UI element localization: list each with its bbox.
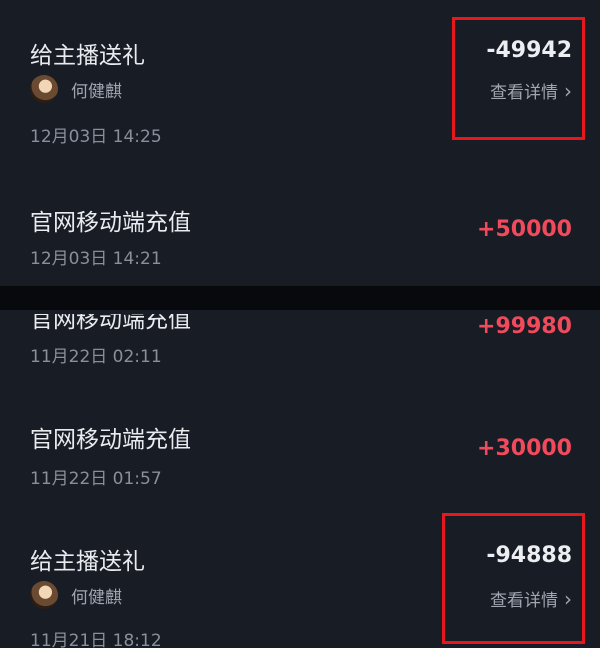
avatar (30, 581, 58, 609)
transaction-amount: +50000 (477, 217, 572, 242)
transaction-amount: +99980 (477, 314, 572, 339)
recipient-name: 何健麒 (71, 81, 122, 102)
transaction-title: 给主播送礼 (30, 549, 145, 575)
transaction-title: 给主播送礼 (30, 43, 145, 69)
transaction-date: 11月22日 02:11 (30, 347, 162, 367)
transaction-date: 12月03日 14:25 (30, 127, 162, 147)
recipient-name: 何健麒 (71, 587, 122, 608)
recipient: 何健麒 (30, 75, 122, 103)
transaction-date: 12月03日 14:21 (30, 249, 162, 269)
highlight-box (442, 513, 585, 644)
transaction-date: 11月22日 01:57 (30, 469, 162, 489)
transaction-title: 官网移动端充值 (30, 210, 191, 236)
transaction-title: 官网移动端充值 (30, 310, 191, 333)
screenshot-divider (0, 286, 600, 310)
highlight-box (452, 17, 585, 140)
transaction-amount: +30000 (477, 436, 572, 461)
transaction-title: 官网移动端充值 (30, 427, 191, 453)
transaction-date: 11月21日 18:12 (30, 631, 162, 648)
avatar (30, 75, 58, 103)
recipient: 何健麒 (30, 581, 122, 609)
